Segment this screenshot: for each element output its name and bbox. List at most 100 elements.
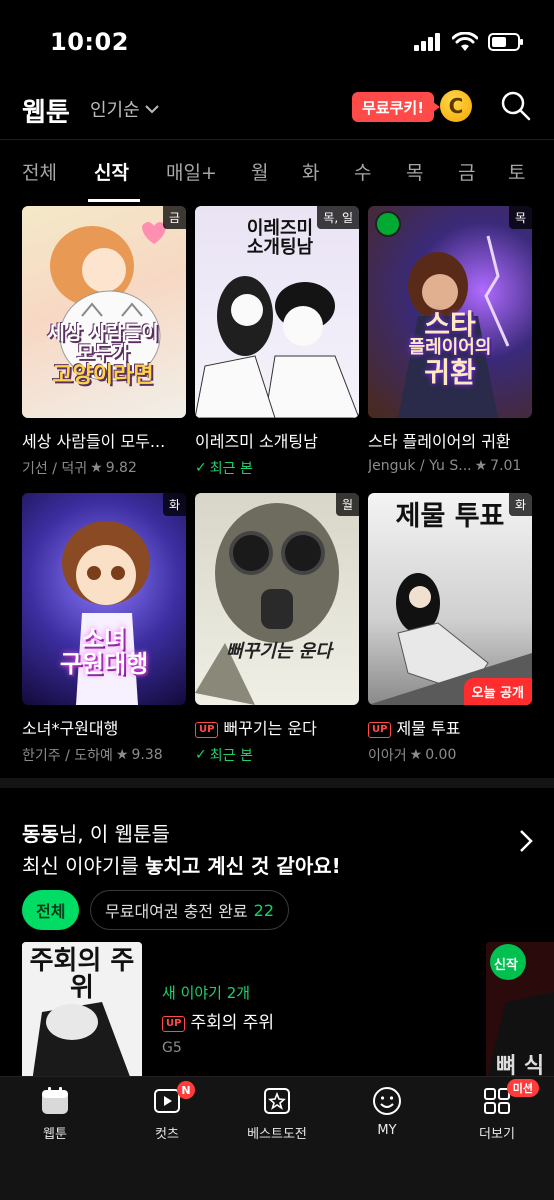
day-tabs: 전체 신작 매일+ 월 화 수 목 금 토 <box>0 140 554 204</box>
chevron-right-icon[interactable] <box>518 828 534 854</box>
star-icon: ★ <box>409 747 423 763</box>
card-title: UP 뻐꾸기는 운다 <box>195 715 359 739</box>
recommend-title: 동동님, 이 웹툰들 최신 이야기를 놓치고 계신 것 같아요! <box>22 818 341 882</box>
day-badge: 금 <box>162 206 186 229</box>
card-title: 스타 플레이어의 귀환 <box>368 432 511 451</box>
webtoon-card[interactable]: 이레즈미 소개팅남 목, 일 이레즈미 소개팅남 ✓ 최근 본 <box>195 206 359 478</box>
new-badge: 신작 <box>494 958 518 973</box>
card-rating: 0.00 <box>425 747 457 763</box>
nav-webtoon[interactable]: 웹툰 <box>10 1085 100 1142</box>
cover-title-art: 뻐꾸기는 운다 <box>226 641 332 662</box>
sort-dropdown[interactable]: 인기순 <box>90 96 160 122</box>
webtoon-card[interactable]: 제물 투표 화 오늘 공개 UP 제물 투표 이아거 ★ 0.00 <box>368 493 532 765</box>
card-rating: 7.01 <box>490 458 522 474</box>
tab-mon[interactable]: 월 <box>251 158 268 185</box>
bottom-navigation: 웹툰 N 컷츠 베스트도전 MY 미션 더보기 <box>0 1076 554 1200</box>
card-title: UP 제물 투표 <box>368 715 532 739</box>
calendar-icon <box>39 1085 71 1117</box>
nav-best-challenge[interactable]: 베스트도전 <box>232 1085 322 1142</box>
webtoon-card[interactable]: 세상 사람들이 모두가 고양이라면 금 세상 사람들이 모두... 기선 / 덕… <box>22 206 186 478</box>
card-meta: 한기주 / 도하예 ★ 9.38 <box>22 745 186 765</box>
webtoon-thumbnail[interactable]: 뻐꾸기는 운다 월 <box>195 493 359 705</box>
tab-daily-plus[interactable]: 매일+ <box>166 158 217 185</box>
recommend-thumbnail[interactable]: 주회의 주위 <box>22 942 142 1082</box>
card-author: 한기주 / 도하예 <box>22 748 113 764</box>
webtoon-thumbnail[interactable]: 이레즈미 소개팅남 목, 일 <box>195 206 359 418</box>
cover-title-art: 세상 사람들이 모두가 고양이라면 <box>47 322 159 388</box>
nav-my[interactable]: MY <box>342 1085 432 1138</box>
status-time: 10:02 <box>50 28 129 56</box>
star-icon: ★ <box>474 458 488 474</box>
nav-label: 더보기 <box>479 1127 515 1142</box>
wifi-icon <box>452 32 478 51</box>
up-badge: UP <box>368 722 392 738</box>
recently-viewed-label: 최근 본 <box>209 748 253 764</box>
app-header: 웹툰 인기순 무료쿠키! C <box>0 84 554 140</box>
free-ticket-label: 무료대여권 충전 완료 <box>105 902 248 921</box>
nav-cuts[interactable]: N 컷츠 <box>122 1081 212 1142</box>
recommend-line2a: 최신 이야기를 <box>22 854 146 878</box>
webtoon-thumbnail[interactable]: 소녀 구원대행 화 <box>22 493 186 705</box>
smile-icon <box>371 1085 403 1117</box>
nav-label: 베스트도전 <box>247 1127 307 1142</box>
cover-title-art: 스타 플레이어의 귀환 <box>408 308 492 390</box>
recently-viewed-label: 최근 본 <box>209 461 253 477</box>
webtoon-thumbnail[interactable]: 제물 투표 화 오늘 공개 <box>368 493 532 705</box>
section-separator <box>0 778 554 788</box>
cover-title-art: 주회의 주위 <box>29 946 135 1004</box>
recommend-item-author: G5 <box>162 1040 182 1056</box>
tab-sat[interactable]: 토 <box>508 158 525 185</box>
nav-new-badge: N <box>177 1081 195 1099</box>
tab-thu[interactable]: 목 <box>406 158 423 185</box>
nav-label: 웹툰 <box>43 1127 67 1142</box>
filter-chip-all[interactable]: 전체 <box>22 890 80 930</box>
tab-fri[interactable]: 금 <box>458 158 475 185</box>
app-logo[interactable]: 웹툰 <box>22 92 70 129</box>
thumbnail-art <box>195 503 339 705</box>
battery-icon <box>488 33 523 51</box>
free-ticket-count: 22 <box>253 900 275 920</box>
tab-tue[interactable]: 화 <box>302 158 319 185</box>
nav-more[interactable]: 미션 더보기 <box>452 1079 542 1142</box>
day-badge: 화 <box>162 493 186 516</box>
card-meta: ✓ 최근 본 <box>195 745 359 765</box>
cookie-icon[interactable]: C <box>440 90 472 122</box>
card-rating: 9.38 <box>131 747 163 763</box>
mission-badge: 미션 <box>506 1079 539 1097</box>
card-meta: 이아거 ★ 0.00 <box>368 745 532 765</box>
search-icon[interactable] <box>498 88 534 124</box>
chevron-down-icon <box>144 105 159 114</box>
card-rating: 9.82 <box>105 460 137 476</box>
webtoon-card[interactable]: 뻐꾸기는 운다 월 UP 뻐꾸기는 운다 ✓ 최근 본 <box>195 493 359 765</box>
day-badge: 목, 일 <box>317 206 359 229</box>
card-title: 세상 사람들이 모두... <box>22 432 166 451</box>
today-release-badge: 오늘 공개 <box>463 678 532 705</box>
free-cookie-badge[interactable]: 무료쿠키! <box>352 92 441 122</box>
active-tab-indicator <box>88 199 140 202</box>
webtoon-card[interactable]: 스타 플레이어의 귀환 목 스타 플레이어의 귀환 Jenguk / Yu S.… <box>368 206 532 474</box>
card-meta: Jenguk / Yu S... ★ 7.01 <box>368 458 532 474</box>
card-title-text: 제물 투표 <box>396 719 461 738</box>
up-badge: UP <box>162 1016 186 1032</box>
webtoon-card[interactable]: 소녀 구원대행 화 소녀*구원대행 한기주 / 도하예 ★ 9.38 <box>22 493 186 765</box>
new-episodes-label: 새 이야기 2개 <box>162 984 251 1002</box>
day-badge: 목 <box>508 206 532 229</box>
card-author: 이아거 <box>368 748 407 764</box>
grid-icon: 미션 <box>481 1079 539 1117</box>
tab-wed[interactable]: 수 <box>354 158 371 185</box>
card-author: Jenguk / Yu S... <box>368 458 472 474</box>
tab-new[interactable]: 신작 <box>94 158 129 185</box>
webtoon-thumbnail[interactable]: 세상 사람들이 모두가 고양이라면 금 <box>22 206 186 418</box>
up-badge: UP <box>195 722 219 738</box>
card-meta: 기선 / 덕귀 ★ 9.82 <box>22 458 186 478</box>
play-icon: N <box>151 1081 195 1117</box>
sort-label: 인기순 <box>90 100 140 121</box>
recommend-thumbnail-2[interactable]: 신작 뼈 식 <box>486 942 554 1082</box>
filter-chip-free-ticket[interactable]: 무료대여권 충전 완료 22 <box>90 890 290 930</box>
webtoon-thumbnail[interactable]: 스타 플레이어의 귀환 목 <box>368 206 532 418</box>
card-author: 기선 / 덕귀 <box>22 461 88 477</box>
recommend-item-title[interactable]: UP 주회의 주위 <box>162 1008 274 1033</box>
star-icon: ★ <box>90 460 103 476</box>
cover-title-art: 소녀 구원대행 <box>59 625 149 679</box>
tab-all[interactable]: 전체 <box>22 158 57 185</box>
